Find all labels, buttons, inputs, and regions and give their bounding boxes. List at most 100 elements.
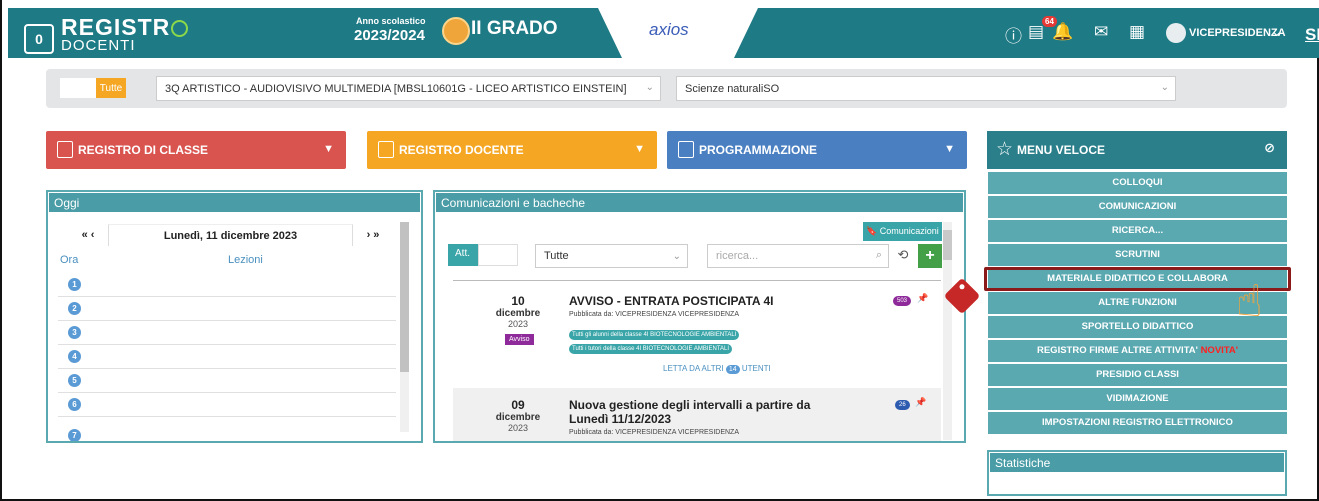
menu-item-scrutini[interactable]: SCRUTINI <box>988 244 1287 266</box>
help-icon[interactable]: ⓘ <box>1005 22 1022 47</box>
next-day-arrows[interactable]: › » <box>353 229 393 241</box>
comunicazioni-button-label: Comunicazioni <box>879 226 939 236</box>
chevron-down-icon[interactable]: ⌄ <box>1271 23 1283 40</box>
novita-label: NOVITA' <box>1200 345 1239 356</box>
grade-label[interactable]: II GRADO <box>471 18 558 40</box>
user-initials[interactable]: SD <box>1305 25 1319 45</box>
calendar-icon[interactable]: ▦ <box>1129 22 1145 42</box>
views-count-badge: 26 <box>895 400 910 410</box>
pin-icon[interactable]: 📌 <box>915 397 926 408</box>
menu-item-registro-firme[interactable]: REGISTRO FIRME ALTRE ATTIVITA' NOVITA' <box>988 340 1287 362</box>
user-avatar[interactable] <box>1166 23 1186 43</box>
add-button[interactable]: + <box>918 244 942 268</box>
programmazione-label: PROGRAMMAZIONE <box>699 143 817 157</box>
hour-number: 3 <box>68 326 81 339</box>
registro-logo-icon[interactable]: 0 <box>24 24 54 54</box>
logo-text: 0 <box>35 31 43 47</box>
reload-icon[interactable]: ⟲ <box>892 244 914 268</box>
post-author: Pubblicata da: VICEPRESIDENZA VICEPRESID… <box>569 311 740 318</box>
oggi-scroll-thumb[interactable] <box>400 222 409 372</box>
statistiche-panel: Statistiche <box>987 450 1287 496</box>
read-by-others[interactable]: LETTA DA ALTRI 14 UTENTI <box>663 364 771 374</box>
registro-classe-label: REGISTRO DI CLASSE <box>78 143 209 157</box>
menu-veloce-header[interactable]: ☆ MENU VELOCE ⊘ <box>987 131 1287 169</box>
menu-item-comunicazioni[interactable]: COMUNICAZIONI <box>988 196 1287 218</box>
registro-docente-button[interactable]: REGISTRO DOCENTE ▼ <box>367 131 657 169</box>
comunicazioni-button[interactable]: 🔖 Comunicazioni <box>863 222 942 241</box>
post-item[interactable]: 10 dicembre 2023 Avviso AVVISO - ENTRATA… <box>453 288 941 380</box>
search-icon: ⌕ <box>875 249 882 261</box>
bookmark-icon: 🔖 <box>866 226 878 236</box>
post-year: 2023 <box>507 423 529 433</box>
hour-number: 7 <box>68 429 81 441</box>
filter-toggle-off[interactable] <box>60 78 96 98</box>
column-lezioni: Lezioni <box>228 254 263 266</box>
views-count-badge: 503 <box>893 296 912 306</box>
registro-firme-label: REGISTRO FIRME ALTRE ATTIVITA' <box>1036 345 1198 356</box>
class-select-value: 3Q ARTISTICO - AUDIOVISIVO MULTIMEDIA [M… <box>165 83 627 95</box>
menu-veloce-title: MENU VELOCE <box>1017 143 1106 157</box>
top-bar: 0 REGISTR DOCENTI Anno scolastico 2023/2… <box>8 0 1319 58</box>
post-item[interactable]: 09 dicembre 2023 Nuova gestione degli in… <box>453 388 941 441</box>
menu-item-ricerca[interactable]: RICERCA... <box>988 220 1287 242</box>
registro-docente-label: REGISTRO DOCENTE <box>399 143 524 157</box>
recipient-tag: Tutti i tutori della classe 4I BIOTECNOL… <box>569 344 733 354</box>
post-month: dicembre <box>495 412 541 423</box>
pointing-hand-icon: ☝ <box>1236 277 1263 326</box>
post-year: 2023 <box>507 319 529 329</box>
subject-select[interactable]: Scienze naturaliSO ⌄ <box>676 76 1176 101</box>
post-month: dicembre <box>495 308 541 319</box>
dropdown-arrow-icon: ▼ <box>944 143 955 155</box>
no-clock-icon[interactable]: ⊘ <box>1264 140 1275 156</box>
chevron-down-icon: ⌄ <box>672 251 681 262</box>
post-date: 10 dicembre 2023 <box>479 294 557 329</box>
post-author: Pubblicata da: VICEPRESIDENZA VICEPRESID… <box>569 429 740 436</box>
post-date: 09 dicembre 2023 <box>479 398 557 433</box>
menu-item-vidimazione[interactable]: VIDIMAZIONE <box>988 388 1287 410</box>
document-icon[interactable]: ▤ <box>1028 22 1044 42</box>
hour-row: 4 <box>58 345 396 369</box>
pin-icon[interactable]: 📌 <box>917 293 928 304</box>
mail-icon[interactable]: ✉ <box>1094 22 1108 42</box>
recipient-tag: Tutti gli alunni della classe 4I BIOTECN… <box>569 330 740 340</box>
hour-row: 6 <box>58 393 396 417</box>
registro-classe-button[interactable]: REGISTRO DI CLASSE ▼ <box>46 131 346 169</box>
axios-logo[interactable]: axios <box>649 20 689 40</box>
menu-item-presidio-classi[interactable]: PRESIDIO CLASSI <box>988 364 1287 386</box>
dropdown-arrow-icon: ▼ <box>323 143 334 155</box>
read-count: 14 <box>725 365 740 374</box>
class-select[interactable]: 3Q ARTISTICO - AUDIOVISIVO MULTIMEDIA [M… <box>156 76 661 101</box>
comunicazioni-title: Comunicazioni e bacheche <box>436 193 963 212</box>
current-date: Lunedì, 11 dicembre 2023 <box>108 224 353 246</box>
comunicazioni-scroll-thumb[interactable] <box>943 230 952 260</box>
oggi-scrollbar[interactable] <box>400 222 409 432</box>
hour-row: 5 <box>58 369 396 393</box>
post-title-line2[interactable]: Lunedì 11/12/2023 <box>569 412 671 426</box>
comunicazioni-scrollbar[interactable] <box>943 222 952 440</box>
filter-select-value: Tutte <box>544 250 569 262</box>
filter-tutte-toggle[interactable]: Tutte <box>96 78 126 98</box>
hour-row: 3 <box>58 321 396 345</box>
post-title[interactable]: AVVISO - ENTRATA POSTICIPATA 4I <box>569 294 773 308</box>
post-title-line1[interactable]: Nuova gestione degli intervalli a partir… <box>569 398 810 412</box>
menu-item-impostazioni[interactable]: IMPOSTAZIONI REGISTRO ELETTRONICO <box>988 412 1287 434</box>
date-navigator: « ‹ Lunedì, 11 dicembre 2023 › » <box>68 224 393 246</box>
hour-row: 2 <box>58 297 396 321</box>
notification-count-badge: 64 <box>1042 16 1057 27</box>
search-placeholder: ricerca... <box>716 250 759 262</box>
programmazione-button[interactable]: PROGRAMMAZIONE ▼ <box>667 131 967 169</box>
hour-number: 1 <box>68 278 81 291</box>
comunicazioni-filter-select[interactable]: Tutte ⌄ <box>535 244 688 268</box>
search-input[interactable]: ricerca... ⌕ <box>707 244 889 268</box>
att-toggle[interactable]: Att. <box>448 244 478 266</box>
oggi-title: Oggi <box>49 193 420 212</box>
star-icon: ☆ <box>996 139 1014 160</box>
grade-badge-icon <box>442 17 470 45</box>
chart-icon <box>678 141 694 158</box>
post-day: 10 <box>511 294 525 308</box>
oggi-panel: Oggi « ‹ Lunedì, 11 dicembre 2023 › » Or… <box>46 190 423 443</box>
att-toggle-off[interactable] <box>478 244 518 266</box>
menu-item-colloqui[interactable]: COLLOQUI <box>988 172 1287 194</box>
prev-day-arrows[interactable]: « ‹ <box>68 229 108 241</box>
comunicazioni-panel: Comunicazioni e bacheche 🔖 Comunicazioni… <box>433 190 966 443</box>
